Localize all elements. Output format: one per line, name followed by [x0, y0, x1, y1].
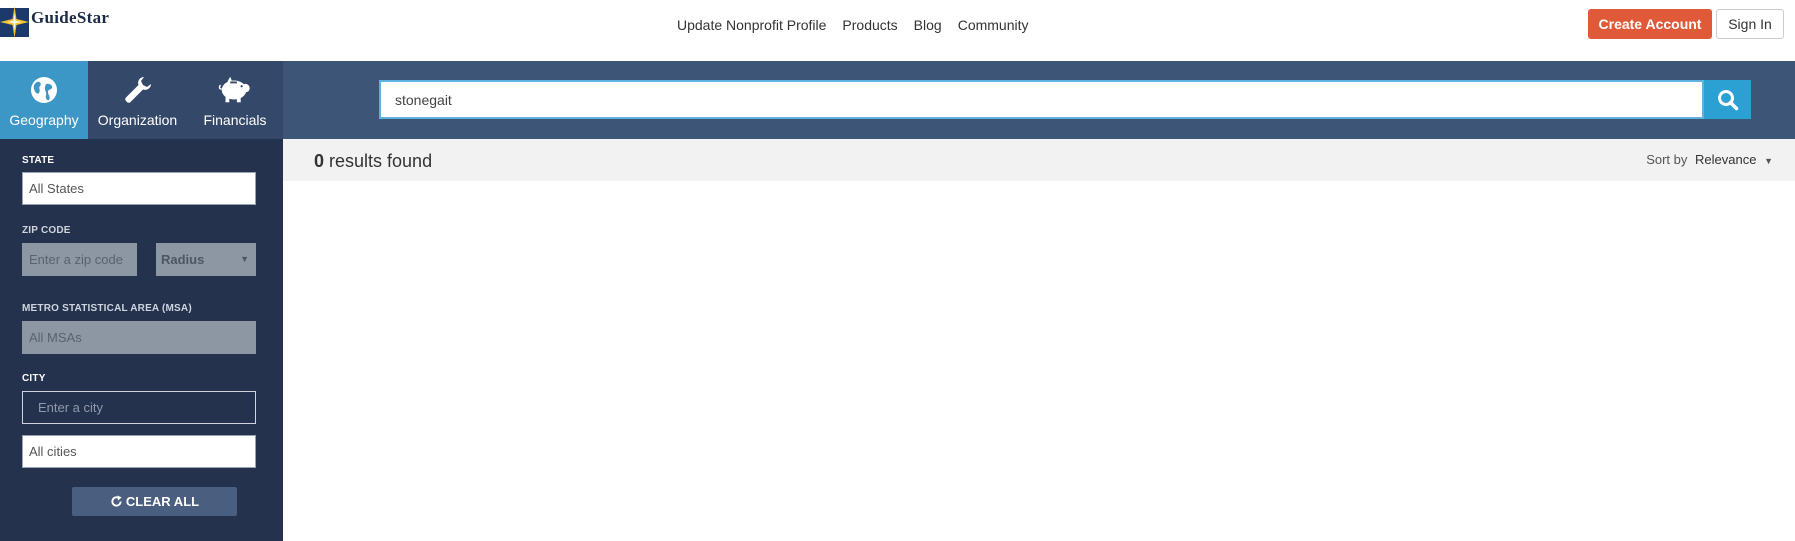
tab-financials[interactable]: Financials	[187, 61, 283, 139]
top-nav: Update Nonprofit Profile Products Blog C…	[677, 16, 1045, 34]
search-mode-tabs: Geography Organization Financials	[0, 61, 283, 139]
wrench-icon	[120, 73, 156, 107]
piggy-bank-icon	[217, 73, 253, 107]
search-icon	[1717, 89, 1738, 110]
nav-update-profile[interactable]: Update Nonprofit Profile	[677, 16, 826, 34]
star-logo-icon	[0, 6, 29, 38]
caret-down-icon: ▼	[240, 254, 249, 264]
search-band: Geography Organization Financials stoneg…	[0, 61, 1795, 139]
msa-label: METRO STATISTICAL AREA (MSA)	[22, 303, 192, 314]
globe-icon	[26, 73, 62, 107]
city-label: CITY	[22, 373, 46, 384]
state-label: STATE	[22, 155, 55, 166]
results-count: 0 results found	[314, 151, 432, 172]
tab-organization[interactable]: Organization	[88, 61, 187, 139]
results-suffix: results found	[324, 151, 433, 171]
create-account-button[interactable]: Create Account	[1588, 9, 1712, 39]
results-number: 0	[314, 151, 325, 171]
nav-products[interactable]: Products	[842, 16, 897, 34]
city-select[interactable]	[22, 435, 256, 468]
state-select[interactable]	[22, 172, 256, 205]
clear-all-button[interactable]: CLEAR ALL	[72, 487, 237, 516]
tab-label: Financials	[203, 112, 267, 128]
zip-code-input[interactable]	[22, 243, 137, 276]
sign-in-button[interactable]: Sign In	[1716, 9, 1784, 39]
clear-all-label: CLEAR ALL	[125, 494, 200, 509]
guidestar-logo[interactable]: GuideStar	[0, 4, 109, 40]
nav-blog[interactable]: Blog	[914, 16, 942, 34]
results-bar: 0 results found Sort by Relevance ▼	[283, 139, 1795, 181]
sort-label: Sort by	[1646, 152, 1688, 167]
radius-value: Radius	[161, 252, 205, 267]
tab-label: Organization	[97, 112, 178, 128]
tab-label: Geography	[9, 112, 79, 128]
tab-geography[interactable]: Geography	[0, 61, 88, 139]
refresh-icon	[111, 495, 122, 507]
top-header: GuideStar Update Nonprofit Profile Produ…	[0, 0, 1795, 61]
search-button[interactable]	[1704, 80, 1751, 119]
zip-code-label: ZIP CODE	[22, 225, 71, 236]
caret-down-icon: ▼	[1764, 156, 1773, 166]
msa-select[interactable]	[22, 321, 256, 354]
city-input[interactable]	[22, 391, 256, 424]
radius-select[interactable]: Radius ▼	[156, 243, 256, 276]
filter-sidebar: STATE ZIP CODE Radius ▼ METRO STATISTICA…	[0, 139, 283, 541]
nav-community[interactable]: Community	[958, 16, 1029, 34]
logo-text: GuideStar	[31, 8, 110, 27]
sort-control[interactable]: Sort by Relevance ▼	[1646, 152, 1773, 167]
search-input[interactable]	[379, 80, 1704, 119]
sort-value: Relevance	[1695, 152, 1757, 167]
